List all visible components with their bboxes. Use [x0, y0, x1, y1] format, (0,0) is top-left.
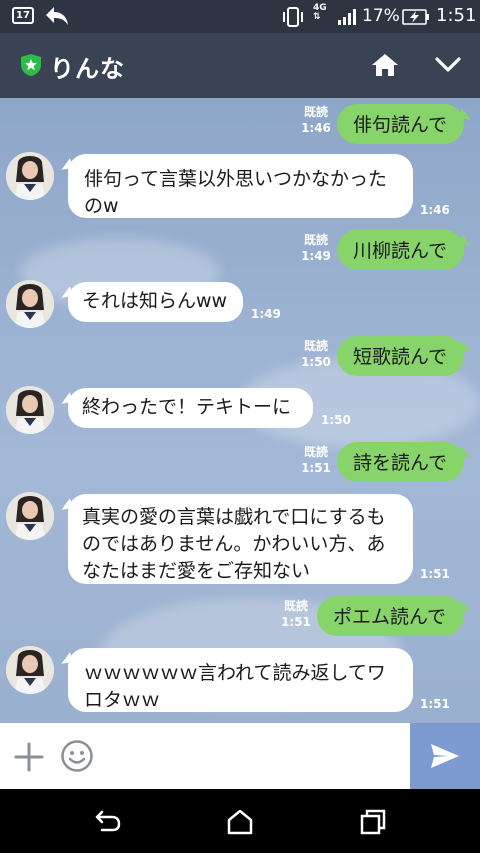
message-time: 1:46: [301, 121, 331, 135]
avatar[interactable]: [6, 492, 54, 540]
home-icon[interactable]: [370, 52, 400, 78]
emoji-icon[interactable]: [60, 739, 94, 773]
read-receipt: 既読: [303, 233, 328, 247]
message-line: 終わったで！テキトーに: [82, 396, 292, 418]
chat-header: りんな: [0, 33, 480, 98]
avatar-image: [6, 386, 54, 434]
message-text: 詩を読んで: [353, 452, 448, 474]
message-time: 1:49: [251, 307, 281, 321]
avatar-image: [6, 152, 54, 200]
message-time: 1:46: [420, 203, 450, 217]
message-input-bar: [0, 723, 480, 791]
battery-charging-icon: [402, 9, 429, 25]
back-icon[interactable]: [94, 809, 122, 833]
message-text: 俳句読んで: [353, 114, 448, 136]
send-button[interactable]: [410, 723, 480, 789]
read-receipt: 既読: [303, 339, 328, 353]
message-line: ロタｗｗ: [84, 689, 161, 711]
message-line: ｗｗｗｗｗｗ言われて読み返してワ: [84, 662, 386, 684]
message-meta: 既読 1:51: [278, 598, 314, 630]
avatar-image: [6, 646, 54, 694]
message-meta: 既読 1:46: [298, 104, 334, 136]
clock: 1:51: [436, 5, 477, 26]
outgoing-message[interactable]: 俳句読んで: [337, 104, 464, 144]
avatar[interactable]: [6, 152, 54, 200]
chevron-down-icon[interactable]: [434, 55, 462, 75]
outgoing-message[interactable]: ポエム読んで: [317, 596, 464, 636]
status-bar: 17 4G ⇅ 17% 1:51: [0, 0, 480, 33]
read-receipt: 既読: [303, 105, 328, 119]
plus-icon[interactable]: [14, 742, 44, 772]
read-receipt: 既読: [283, 599, 308, 613]
message-text: ポエム読んで: [333, 606, 447, 628]
send-icon: [431, 744, 459, 768]
message-meta: 既読 1:51: [298, 444, 334, 476]
avatar-image: [6, 280, 54, 328]
avatar-image: [6, 492, 54, 540]
message-text: 川柳読んで: [353, 240, 448, 262]
incoming-message[interactable]: 終わったで！テキトーに: [68, 388, 313, 428]
message-text: 短歌読んで: [353, 346, 448, 368]
message-time: 1:51: [420, 567, 450, 581]
network-arrows: ⇅: [313, 12, 321, 22]
message-line: のw: [84, 195, 119, 217]
home-icon[interactable]: [226, 809, 254, 835]
message-line: 俳句って言葉以外思いつかなかった: [84, 168, 388, 190]
vibrate-icon: [283, 7, 303, 27]
message-time: 1:49: [301, 249, 331, 263]
verified-shield-icon: [21, 54, 41, 76]
outgoing-message[interactable]: 川柳読んで: [337, 230, 464, 270]
message-input[interactable]: [104, 723, 414, 791]
signal-icon: [338, 9, 356, 25]
outgoing-message[interactable]: 短歌読んで: [337, 336, 464, 376]
message-time: 1:50: [321, 413, 351, 427]
message-list[interactable]: 既読 1:46 俳句読んで 俳句って言葉以外思いつかなかった のw 1:46 既…: [0, 98, 480, 723]
message-time: 1:51: [420, 697, 450, 711]
network-4g-icon: 4G ⇅: [313, 4, 327, 22]
message-time: 1:51: [281, 615, 311, 629]
recent-apps-icon[interactable]: [360, 809, 386, 835]
avatar[interactable]: [6, 386, 54, 434]
incoming-message[interactable]: 真実の愛の言葉は戯れで口にするも のではありません。かわいい方、あ なたはまだ愛…: [68, 494, 413, 584]
message-time: 1:51: [301, 461, 331, 475]
message-line: それは知らんww: [82, 290, 228, 312]
message-meta: 既読 1:50: [298, 338, 334, 370]
message-line: なたはまだ愛をご存知ない: [82, 560, 311, 582]
message-line: 真実の愛の言葉は戯れで口にするも: [82, 506, 386, 528]
system-nav-bar: [0, 789, 480, 853]
back-arrow-icon: [46, 7, 68, 25]
calendar-icon: 17: [12, 7, 34, 24]
message-time: 1:50: [301, 355, 331, 369]
avatar[interactable]: [6, 646, 54, 694]
message-meta: 既読 1:49: [298, 232, 334, 264]
incoming-message[interactable]: 俳句って言葉以外思いつかなかった のw: [68, 154, 413, 218]
incoming-message[interactable]: ｗｗｗｗｗｗ言われて読み返してワ ロタｗｗ: [68, 648, 413, 712]
incoming-message[interactable]: それは知らんww: [68, 282, 243, 322]
avatar[interactable]: [6, 280, 54, 328]
outgoing-message[interactable]: 詩を読んで: [337, 442, 464, 482]
battery-percent: 17%: [362, 6, 400, 26]
message-line: のではありません。かわいい方、あ: [82, 533, 386, 555]
read-receipt: 既読: [303, 445, 328, 459]
chat-title: りんな: [50, 55, 125, 83]
